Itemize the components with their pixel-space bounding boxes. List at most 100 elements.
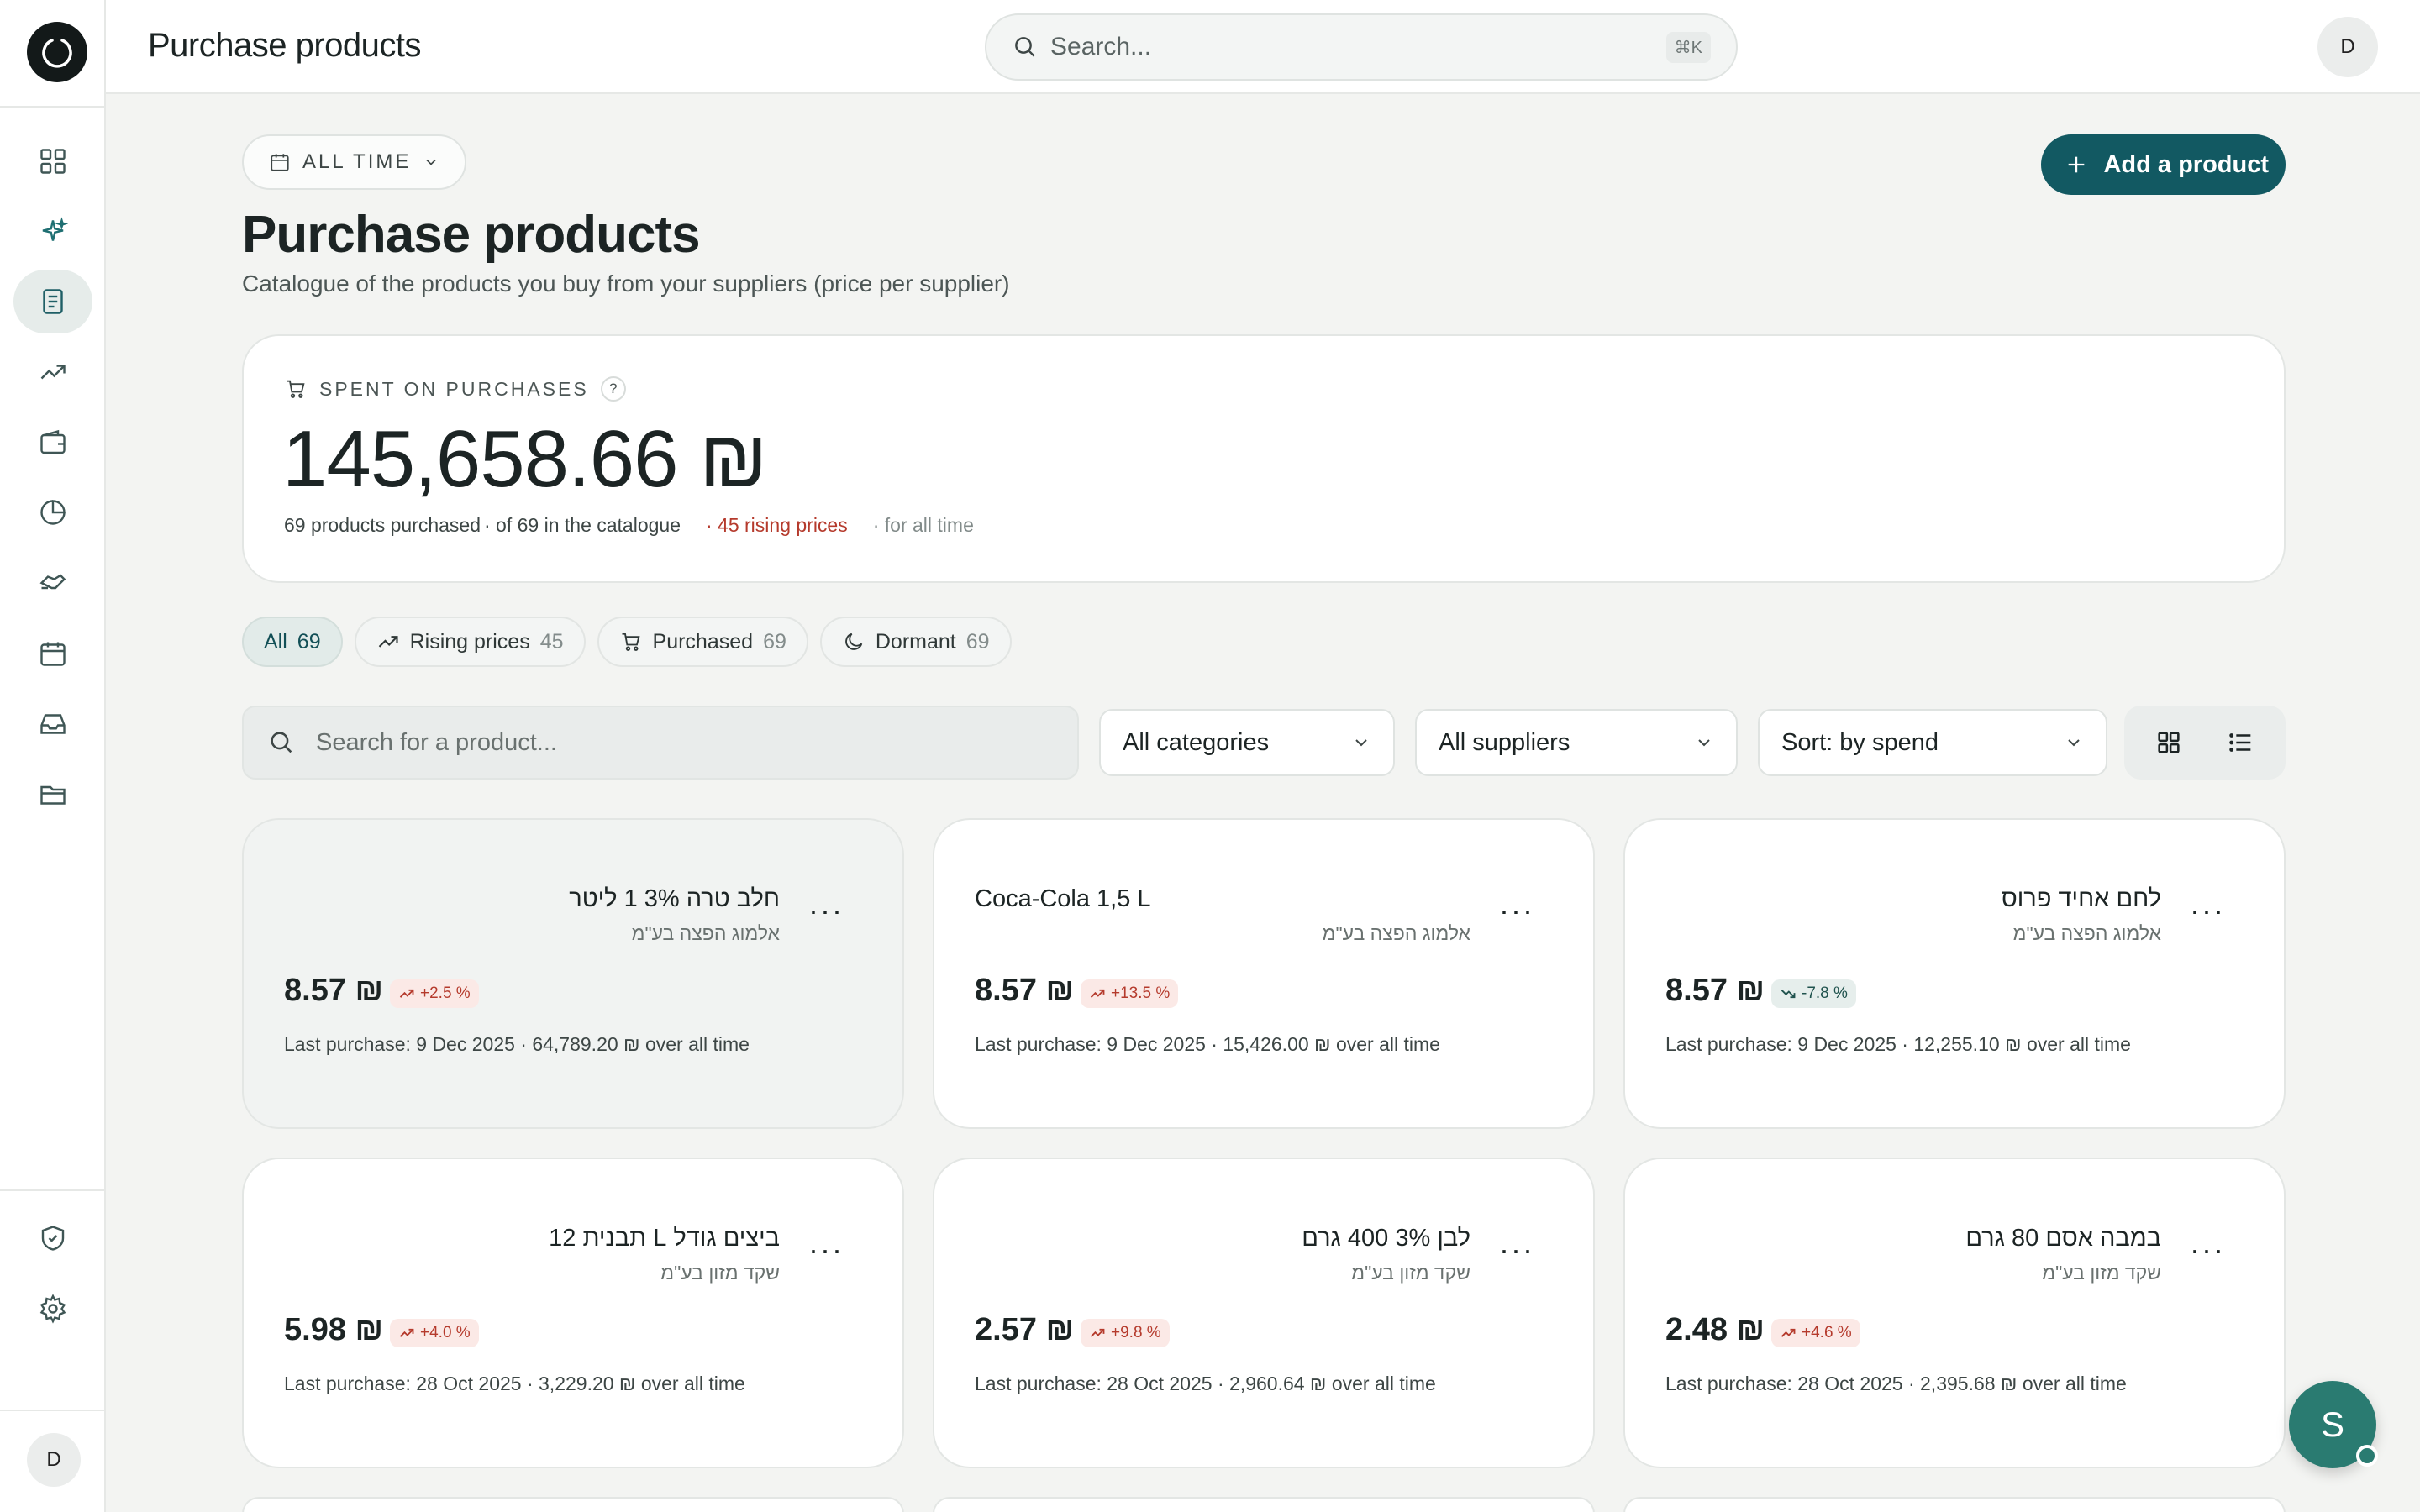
sort-select[interactable]: Sort: by spend [1758,709,2107,776]
trending-up-icon [399,989,414,998]
support-chat-button[interactable]: S [2289,1381,2378,1468]
nav-wallet[interactable] [13,411,92,475]
supplier-select[interactable]: All suppliers [1415,709,1738,776]
product-card[interactable] [933,1497,1595,1512]
rising-prices-count[interactable]: · 45 rising prices [706,514,848,537]
product-card[interactable]: במבה אסם 80 גרם שקד מזון בע"מ ··· 2.48 ₪… [1623,1158,2286,1468]
page-title: Purchase products [242,206,701,264]
user-avatar[interactable]: D [27,1433,81,1487]
category-value: All categories [1123,728,1270,756]
trending-up-icon [1090,989,1105,998]
last-purchase: Last purchase: 28 Oct 2025 · 2,395.68 ₪ … [1665,1373,2127,1394]
nav-documents[interactable] [13,763,92,827]
more-options-button[interactable]: ··· [1499,1235,1534,1265]
folder-icon [40,785,66,805]
trending-up-icon [1090,1328,1105,1337]
more-options-button[interactable]: ··· [2190,1235,2225,1265]
calendar-icon [271,154,289,171]
pie-chart-icon [40,500,66,525]
search-placeholder: Search... [1050,33,1152,60]
nav-dashboard[interactable] [13,129,92,193]
price-change-badge: +9.8 % [1081,1319,1170,1347]
tab-dormant[interactable]: Dormant 69 [819,617,1012,667]
product-price: 2.57 ₪ [975,1312,1075,1347]
tab-purchased[interactable]: Purchased 69 [597,617,808,667]
product-price: 5.98 ₪ [284,1312,384,1347]
product-search-input[interactable]: Search for a product... [242,706,1079,780]
more-options-button[interactable]: ··· [808,895,844,926]
spent-label: SPENT ON PURCHASES [319,377,589,400]
spent-amount: 145,658.66 ₪ [282,414,768,504]
product-name: לבן 3% 400 גרם [1302,1225,1470,1252]
logo-ring-icon [42,39,72,68]
nav-inbox[interactable] [13,692,92,756]
tab-label: All [264,629,287,654]
grid-icon [2158,732,2180,753]
product-card[interactable]: ביצים גודל L תבנית 12 שקד מזון בע"מ ··· … [242,1158,904,1468]
sidebar-divider [0,1189,106,1191]
product-card[interactable]: Coca-Cola 1,5 L אלמוג הפצה בע"מ ··· 8.57… [933,818,1595,1129]
list-icon [2229,733,2251,752]
spent-meta: 69 products purchased · of 69 in the cat… [284,514,974,537]
price-change: +9.8 % [1111,1324,1161,1341]
sort-value: Sort: by spend [1781,728,1939,756]
tab-count: 69 [965,629,990,654]
global-search-input[interactable]: Search... ⌘K [985,13,1738,81]
nav-calendar[interactable] [13,622,92,685]
account-avatar[interactable]: D [2317,17,2378,77]
add-product-button[interactable]: Add a product [2041,134,2286,195]
product-search-placeholder: Search for a product... [316,728,557,756]
nav-purchase-products[interactable] [13,270,92,333]
product-name: חלב טרה 3% 1 ליטר [569,885,780,912]
product-name: ביצים גודל L תבנית 12 [549,1225,780,1252]
online-status-dot [2356,1445,2378,1467]
inbox-icon [40,714,66,734]
supplier-value: All suppliers [1439,728,1570,756]
shield-check-icon [41,1226,65,1251]
trending-up-icon [378,636,398,648]
sidebar: D [0,0,106,1512]
product-supplier: שקד מזון בע"מ [1351,1262,1470,1284]
sparkles-icon [42,217,68,241]
tab-count: 69 [763,629,786,654]
search-icon [271,732,292,753]
document-icon [43,289,63,314]
last-purchase: Last purchase: 9 Dec 2025 · 15,426.00 ₪ … [975,1033,1440,1055]
chevron-down-icon [1698,739,1710,747]
list-view-button[interactable] [2208,712,2274,773]
period-selector[interactable]: ALL TIME [242,134,467,190]
nav-security[interactable] [13,1206,92,1270]
nav-reports[interactable] [13,480,92,544]
plus-icon [2069,156,2085,173]
nav-trends[interactable] [13,340,92,404]
grid-view-button[interactable] [2136,712,2202,773]
more-options-button[interactable]: ··· [2190,895,2225,926]
tab-rising-prices[interactable]: Rising prices 45 [354,617,586,667]
category-select[interactable]: All categories [1099,709,1395,776]
price-change-badge: +4.0 % [390,1319,479,1347]
wallet-icon [40,429,66,454]
product-price: 2.48 ₪ [1665,1312,1765,1347]
product-name: Coca-Cola 1,5 L [975,885,1151,912]
tab-all[interactable]: All 69 [242,617,343,667]
product-card[interactable]: לחם אחיד פרוס אלמוג הפצה בע"מ ··· 8.57 ₪… [1623,818,2286,1129]
product-card[interactable]: חלב טרה 3% 1 ליטר אלמוג הפצה בע"מ ··· 8.… [242,818,904,1129]
sidebar-divider [0,1410,106,1411]
search-icon [1015,37,1035,57]
more-options-button[interactable]: ··· [808,1235,844,1265]
app-logo[interactable] [27,22,87,82]
products-purchased: 69 products purchased [284,514,481,536]
product-supplier: אלמוג הפצה בע"מ [1322,922,1470,944]
product-card[interactable]: לבן 3% 400 גרם שקד מזון בע"מ ··· 2.57 ₪ … [933,1158,1595,1468]
nav-insights[interactable] [13,200,92,264]
product-card[interactable] [1623,1497,2286,1512]
product-card[interactable] [242,1497,904,1512]
search-shortcut: ⌘K [1665,31,1711,63]
product-supplier: אלמוג הפצה בע"מ [2012,922,2161,944]
trending-up-icon [40,365,66,380]
trending-down-icon [1781,990,1796,999]
nav-suppliers[interactable] [13,551,92,615]
nav-settings[interactable] [13,1277,92,1341]
more-options-button[interactable]: ··· [1499,895,1534,926]
help-icon[interactable]: ? [600,376,626,402]
